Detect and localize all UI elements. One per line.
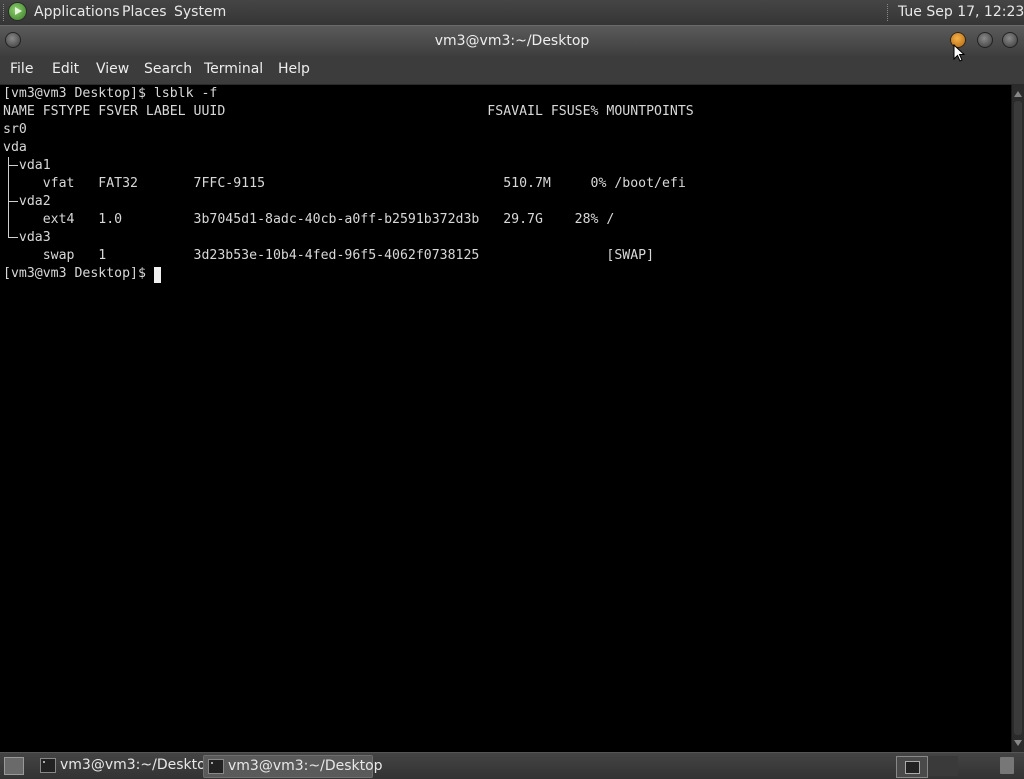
menu-view[interactable]: View <box>96 61 129 77</box>
close-button[interactable] <box>1002 32 1018 48</box>
panel-handle <box>3 4 6 21</box>
terminal-line: NAME FSTYPE FSVER LABEL UUID FSAVAIL FSU… <box>3 104 694 119</box>
taskbar-item-label: vm3@vm3:~/Desktop <box>228 758 383 774</box>
show-desktop-icon[interactable] <box>4 757 24 775</box>
top-panel: Applications Places System Tue Sep 17, 1… <box>0 0 1024 25</box>
scroll-up-icon[interactable] <box>1014 91 1022 97</box>
panel-handle <box>887 4 890 21</box>
mouse-pointer-icon <box>953 44 965 62</box>
terminal-line: ext4 1.0 3b7045d1-8adc-40cb-a0ff-b2591b3… <box>3 212 615 227</box>
taskbar-item-label: vm3@vm3:~/Desktop <box>60 757 215 773</box>
menu-file[interactable]: File <box>10 61 33 77</box>
places-menu[interactable]: Places <box>122 4 167 20</box>
system-menu[interactable]: System <box>174 4 226 20</box>
tree-connector <box>8 157 9 238</box>
tree-connector <box>8 165 18 166</box>
trash-icon[interactable] <box>1000 757 1014 774</box>
terminal-line: swap 1 3d23b53e-10b4-4fed-96f5-4062f0738… <box>3 248 655 263</box>
terminal-icon <box>40 758 56 773</box>
tree-connector <box>8 237 18 238</box>
scroll-thumb[interactable] <box>1014 101 1022 735</box>
terminal-line: vda <box>3 140 27 155</box>
menu-terminal[interactable]: Terminal <box>204 61 263 77</box>
terminal-prompt: [vm3@vm3 Desktop]$ <box>3 266 154 281</box>
clock[interactable]: Tue Sep 17, 12:23 AM <box>898 4 1024 20</box>
terminal-line: [vm3@vm3 Desktop]$ lsblk -f <box>3 86 218 101</box>
menu-edit[interactable]: Edit <box>52 61 79 77</box>
taskbar-item[interactable]: vm3@vm3:~/Desktop <box>36 755 215 776</box>
menu-search[interactable]: Search <box>144 61 192 77</box>
terminal-line: vfat FAT32 7FFC-9115 510.7M 0% /boot/efi <box>3 176 686 191</box>
taskbar-item-active[interactable]: vm3@vm3:~/Desktop <box>203 755 383 778</box>
terminal-line: vda2 <box>3 194 51 209</box>
workspace-switcher-2[interactable] <box>928 756 958 776</box>
applications-menu[interactable]: Applications <box>34 4 120 20</box>
scroll-down-icon[interactable] <box>1014 740 1022 746</box>
terminal-icon <box>208 759 224 774</box>
terminal-line: vda1 <box>3 158 51 173</box>
terminal-line: vda3 <box>3 230 51 245</box>
tree-connector <box>8 201 18 202</box>
terminal-cursor <box>154 267 161 283</box>
terminal-icon <box>905 761 920 774</box>
terminal-line: sr0 <box>3 122 27 137</box>
window-title: vm3@vm3:~/Desktop <box>434 33 590 49</box>
window-titlebar[interactable]: vm3@vm3:~/Desktop <box>0 25 1024 56</box>
maximize-button[interactable] <box>977 32 993 48</box>
bottom-panel: vm3@vm3:~/Desktop vm3@vm3:~/Desktop <box>0 752 1024 779</box>
menubar: File Edit View Search Terminal Help <box>0 56 1024 85</box>
menu-help[interactable]: Help <box>278 61 310 77</box>
terminal-output[interactable]: [vm3@vm3 Desktop]$ lsblk -f NAME FSTYPE … <box>0 85 1011 752</box>
terminal-scrollbar[interactable] <box>1011 85 1024 752</box>
mate-logo-icon[interactable] <box>9 3 26 20</box>
workspace-switcher-1[interactable] <box>896 756 928 778</box>
